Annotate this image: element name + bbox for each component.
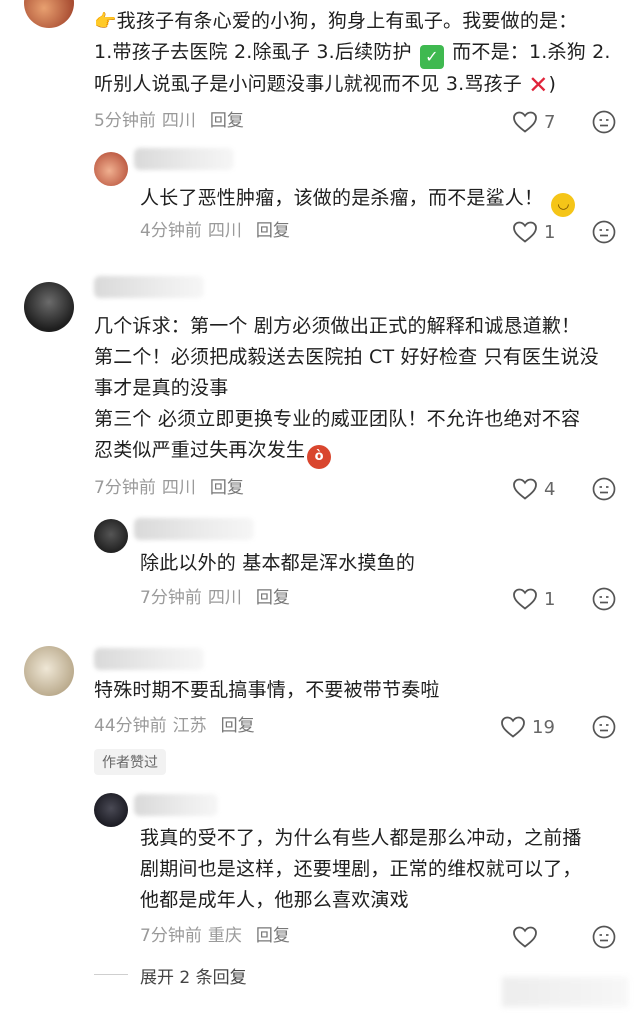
username[interactable] — [94, 276, 204, 298]
comment-text: 👉我孩子有条心爱的小狗，狗身上有虱子。我要做的是： 1.带孩子去医院 2.除虱子… — [94, 10, 611, 99]
avatar[interactable] — [24, 646, 74, 696]
reply-button[interactable]: 回复 — [256, 221, 290, 241]
heart-icon — [513, 111, 537, 133]
emoji-face-icon[interactable] — [592, 110, 616, 134]
emoji-face-icon[interactable] — [592, 220, 616, 244]
avatar[interactable] — [24, 0, 74, 28]
username[interactable] — [94, 648, 204, 670]
like-button[interactable]: 1 — [512, 586, 555, 612]
heart-icon — [513, 588, 537, 610]
comment-text: 人长了恶性肿瘤，该做的是杀瘤，而不是鲨人！ ◡ — [140, 183, 577, 217]
emoji-face-icon[interactable] — [592, 925, 616, 949]
comment-text: 几个诉求：第一个 剧方必须做出正式的解释和诚恳道歉！ 第二个！必须把成毅送去医院… — [94, 311, 599, 469]
watermark — [502, 977, 628, 1007]
comment-meta: 5分钟前 四川 回复 — [94, 111, 244, 131]
reply-button[interactable]: 回复 — [256, 588, 290, 608]
reply-button[interactable]: 回复 — [221, 716, 255, 736]
reply-button[interactable]: 回复 — [256, 926, 290, 946]
check-mark-icon: ✓ — [419, 44, 444, 69]
comment-text: 除此以外的 基本都是浑水摸鱼的 — [140, 552, 416, 574]
like-button[interactable]: 19 — [500, 714, 555, 740]
emoji-face-icon[interactable] — [592, 587, 616, 611]
expand-replies-button[interactable]: 展开 2 条回复 — [140, 963, 247, 988]
comment-meta: 4分钟前 四川 回复 — [140, 221, 290, 241]
comment-meta: 44分钟前 江苏 回复 — [94, 716, 255, 736]
like-button[interactable] — [512, 924, 544, 950]
avatar[interactable] — [94, 519, 128, 553]
emoji-face-icon[interactable] — [592, 715, 616, 739]
reply-button[interactable]: 回复 — [210, 478, 244, 498]
username[interactable] — [134, 794, 218, 816]
cross-mark-icon: ✕ — [528, 70, 549, 99]
expand-divider — [94, 974, 128, 975]
emoji-face-icon[interactable] — [592, 477, 616, 501]
author-liked-badge: 作者赞过 — [94, 749, 166, 775]
smile-icon: ◡ — [551, 192, 576, 217]
heart-icon — [513, 221, 537, 243]
devil-face-icon: ò — [307, 444, 332, 469]
comment-meta: 7分钟前 四川 回复 — [140, 588, 290, 608]
pointing-hand-icon: 👉 — [94, 11, 117, 32]
like-button[interactable]: 7 — [512, 109, 555, 135]
comment-meta: 7分钟前 四川 回复 — [94, 478, 244, 498]
heart-icon — [513, 926, 537, 948]
avatar[interactable] — [24, 282, 74, 332]
comment-text: 特殊时期不要乱搞事情，不要被带节奏啦 — [94, 679, 440, 701]
username[interactable] — [134, 148, 234, 170]
like-button[interactable]: 4 — [512, 476, 555, 502]
comment-text: 我真的受不了，为什么有些人都是那么冲动，之前播 剧期间也是这样，还要埋剧，正常的… — [140, 827, 582, 911]
avatar[interactable] — [94, 152, 128, 186]
heart-icon — [513, 478, 537, 500]
comment-meta: 7分钟前 重庆 回复 — [140, 926, 290, 946]
username[interactable] — [134, 518, 254, 540]
like-button[interactable]: 1 — [512, 219, 555, 245]
reply-button[interactable]: 回复 — [210, 111, 244, 131]
heart-icon — [501, 716, 525, 738]
avatar[interactable] — [94, 793, 128, 827]
